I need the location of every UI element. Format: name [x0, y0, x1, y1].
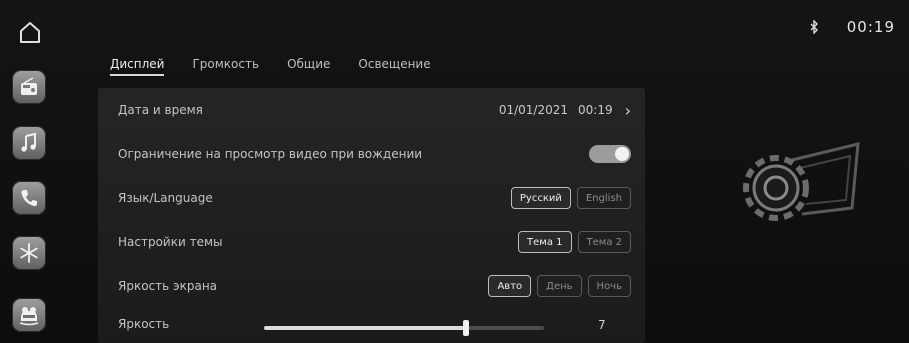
settings-tabs: Дисплей Громкость Общие Освещение	[110, 57, 431, 76]
music-icon	[21, 132, 36, 152]
phone-icon	[21, 190, 37, 207]
status-bar: 00:19	[809, 18, 895, 36]
brightness-mode-night[interactable]: Ночь	[587, 275, 631, 297]
language-options: Русский English	[510, 187, 631, 209]
theme-option-1[interactable]: Тема 1	[518, 231, 572, 253]
datetime-row[interactable]: Дата и время 01/01/2021 00:19 ›	[98, 88, 645, 132]
datetime-label: Дата и время	[118, 103, 203, 117]
climate-icon	[20, 243, 38, 263]
car-settings-button[interactable]	[12, 298, 46, 332]
time-value: 00:19	[578, 103, 613, 117]
video-limit-toggle[interactable]	[589, 145, 631, 163]
climate-button[interactable]	[12, 236, 46, 270]
home-icon	[20, 22, 40, 43]
screen-brightness-row: Яркость экрана Авто День Ночь	[98, 264, 645, 308]
radio-button[interactable]	[12, 70, 46, 104]
theme-row: Настройки темы Тема 1 Тема 2	[98, 220, 645, 264]
date-value: 01/01/2021	[498, 103, 568, 117]
language-row: Язык/Language Русский English	[98, 176, 645, 220]
screen-brightness-label: Яркость экрана	[118, 279, 218, 293]
theme-label: Настройки темы	[118, 235, 223, 249]
language-label: Язык/Language	[118, 191, 213, 205]
tab-volume[interactable]: Громкость	[192, 57, 259, 76]
language-option-russian[interactable]: Русский	[510, 187, 571, 209]
brightness-row: Яркость 7	[98, 304, 645, 343]
settings-screen: 00:19 Дисплей Громкость Общие Освещение …	[0, 0, 909, 343]
left-rail	[0, 0, 60, 343]
settings-panel: Дата и время 01/01/2021 00:19 › Ограниче…	[98, 88, 645, 343]
theme-option-2[interactable]: Тема 2	[577, 231, 631, 253]
car-settings-icon	[19, 307, 39, 326]
radio-icon	[21, 77, 37, 95]
slider-handle[interactable]	[462, 320, 469, 336]
brightness-label: Яркость	[118, 316, 170, 331]
theme-options: Тема 1 Тема 2	[518, 231, 631, 253]
video-limit-label: Ограничение на просмотр видео при вожден…	[118, 147, 423, 161]
brightness-mode-day[interactable]: День	[537, 275, 582, 297]
music-button[interactable]	[12, 126, 46, 160]
screen-brightness-options: Авто День Ночь	[488, 275, 631, 297]
toggle-knob	[615, 147, 629, 161]
brightness-mode-auto[interactable]: Авто	[488, 275, 532, 297]
brightness-value: 7	[598, 318, 606, 332]
bluetooth-icon	[810, 20, 818, 34]
gear-settings-icon	[743, 142, 860, 221]
tab-lighting[interactable]: Освещение	[358, 57, 430, 76]
home-button[interactable]	[16, 18, 44, 46]
language-option-english[interactable]: English	[576, 187, 631, 209]
chevron-right-icon: ›	[624, 100, 631, 120]
clock: 00:19	[846, 18, 895, 36]
tab-general[interactable]: Общие	[287, 57, 330, 76]
video-limit-row: Ограничение на просмотр видео при вожден…	[98, 132, 645, 176]
slider-fill	[264, 326, 466, 330]
tab-display[interactable]: Дисплей	[110, 57, 165, 76]
phone-button[interactable]	[12, 181, 46, 215]
datetime-value: 01/01/2021 00:19 ›	[499, 101, 631, 120]
brightness-slider[interactable]	[264, 320, 544, 336]
